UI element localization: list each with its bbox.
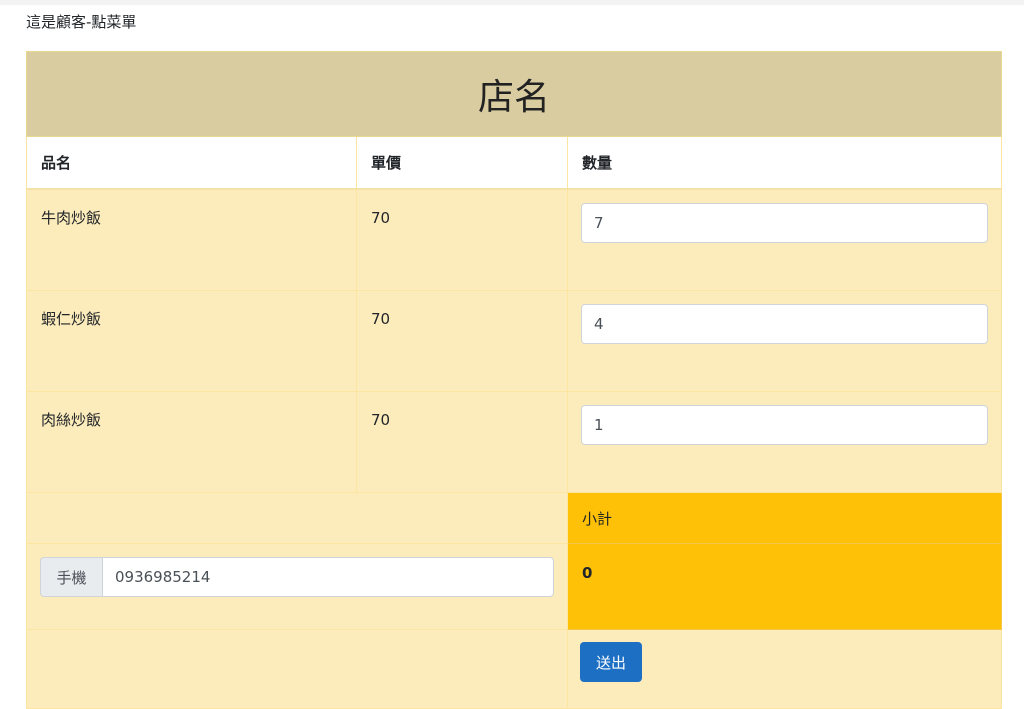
table-row: 牛肉炒飯 70 [26,188,1003,291]
table-row: 肉絲炒飯 70 [26,391,1003,493]
phone-input[interactable] [102,557,554,597]
top-bar [0,0,1024,5]
order-table: 店名 品名 單價 數量 牛肉炒飯 70 蝦仁炒飯 70 肉絲炒飯 70 小計 手… [25,51,1003,709]
submit-cell: 送出 [566,629,1003,709]
shop-name: 店名 [25,51,1003,137]
table-row: 蝦仁炒飯 70 [26,290,1003,392]
item-name: 牛肉炒飯 [26,188,357,291]
phone-input-group: 手機 [40,557,554,597]
submit-row: 送出 [26,629,1003,709]
table-header-row: 品名 單價 數量 [26,136,1003,190]
item-price: 70 [356,290,568,392]
empty-cell [26,492,568,544]
item-price: 70 [356,188,568,291]
quantity-input[interactable] [581,203,989,243]
empty-cell [26,629,568,709]
quantity-input[interactable] [581,304,989,344]
column-header-price: 單價 [356,136,568,190]
subtotal-label-row: 小計 [26,492,1003,544]
quantity-input[interactable] [581,405,989,445]
item-price: 70 [356,391,568,493]
submit-button[interactable]: 送出 [580,642,642,682]
page-heading: 這是顧客-點菜單 [26,13,137,31]
column-header-quantity: 數量 [566,136,1003,190]
subtotal-label: 小計 [566,492,1003,544]
column-header-name: 品名 [26,136,357,190]
phone-cell: 手機 [26,543,568,630]
phone-row: 手機 0 [26,543,1003,630]
item-name: 肉絲炒飯 [26,391,357,493]
subtotal-value: 0 [566,543,1003,630]
phone-label: 手機 [40,557,102,597]
item-name: 蝦仁炒飯 [26,290,357,392]
